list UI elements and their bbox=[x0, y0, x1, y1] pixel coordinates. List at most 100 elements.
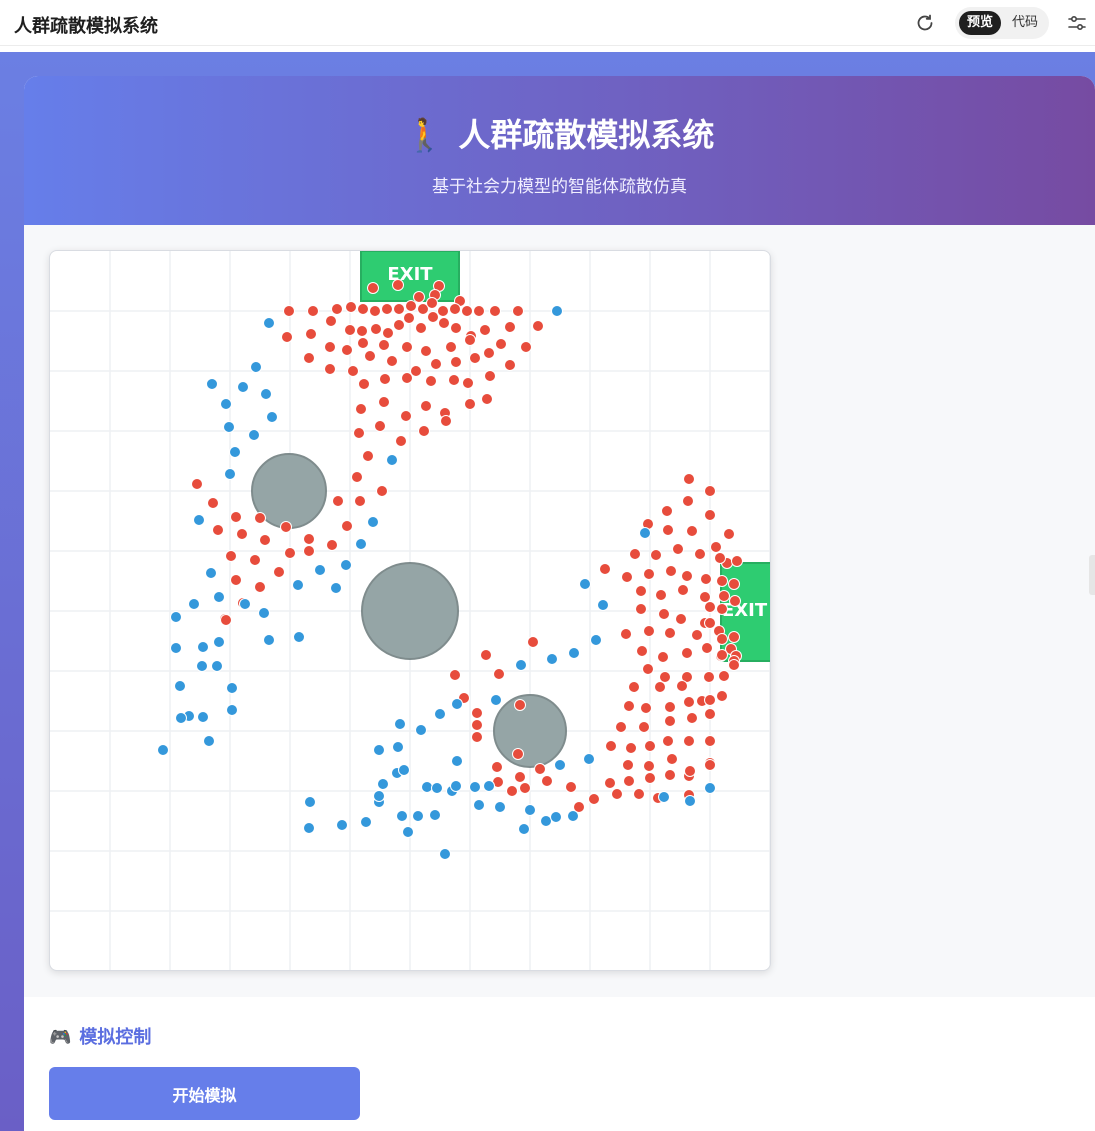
agent-red bbox=[370, 323, 382, 335]
agent-red bbox=[450, 322, 462, 334]
agent-red bbox=[230, 574, 242, 586]
agent-blue bbox=[367, 516, 379, 528]
agent-blue bbox=[658, 791, 670, 803]
agent-red bbox=[628, 681, 640, 693]
agent-blue bbox=[439, 848, 451, 860]
main-card: 🚶 人群疏散模拟系统 基于社会力模型的智能体疏散仿真 EXIT EXIT 🎮 模… bbox=[24, 76, 1095, 1131]
agent-red bbox=[643, 760, 655, 772]
agent-red bbox=[681, 570, 693, 582]
agent-blue bbox=[554, 759, 566, 771]
agent-red bbox=[481, 393, 493, 405]
agent-red bbox=[405, 300, 417, 312]
agent-red bbox=[541, 775, 553, 787]
agent-red bbox=[355, 403, 367, 415]
agent-red bbox=[716, 575, 728, 587]
agent-red bbox=[449, 669, 461, 681]
simulation-canvas[interactable]: EXIT EXIT bbox=[49, 250, 771, 971]
agent-blue bbox=[421, 781, 433, 793]
agent-red bbox=[364, 350, 376, 362]
agent-blue bbox=[546, 653, 558, 665]
refresh-icon[interactable] bbox=[914, 12, 936, 34]
agent-blue bbox=[579, 578, 591, 590]
agent-red bbox=[686, 712, 698, 724]
agent-blue bbox=[597, 599, 609, 611]
agent-red bbox=[382, 327, 394, 339]
control-heading: 🎮 模拟控制 bbox=[49, 1023, 151, 1049]
agent-red bbox=[225, 550, 237, 562]
agent-blue bbox=[568, 647, 580, 659]
agent-red bbox=[332, 495, 344, 507]
agent-blue bbox=[373, 744, 385, 756]
agent-red bbox=[694, 548, 706, 560]
agent-red bbox=[504, 321, 516, 333]
agent-blue bbox=[398, 764, 410, 776]
agent-blue bbox=[170, 642, 182, 654]
settings-sliders-icon[interactable] bbox=[1066, 12, 1088, 34]
agent-red bbox=[644, 740, 656, 752]
agent-blue bbox=[360, 816, 372, 828]
agent-red bbox=[519, 782, 531, 794]
agent-red bbox=[378, 396, 390, 408]
agent-red bbox=[664, 715, 676, 727]
agent-red bbox=[704, 694, 716, 706]
agent-blue bbox=[260, 388, 272, 400]
scroll-handle[interactable] bbox=[1089, 555, 1095, 595]
code-tab[interactable]: 代码 bbox=[1005, 11, 1045, 35]
agent-red bbox=[479, 324, 491, 336]
agent-red bbox=[395, 435, 407, 447]
hero-header: 🚶 人群疏散模拟系统 基于社会力模型的智能体疏散仿真 bbox=[24, 76, 1095, 225]
agent-red bbox=[588, 793, 600, 805]
agent-red bbox=[426, 297, 438, 309]
agent-red bbox=[376, 485, 388, 497]
preview-tab[interactable]: 预览 bbox=[959, 11, 1001, 35]
agent-blue bbox=[473, 799, 485, 811]
agent-blue bbox=[213, 636, 225, 648]
agent-red bbox=[461, 305, 473, 317]
agent-red bbox=[413, 291, 425, 303]
agent-blue bbox=[396, 810, 408, 822]
agent-red bbox=[665, 565, 677, 577]
agent-red bbox=[514, 699, 526, 711]
agent-red bbox=[621, 571, 633, 583]
agent-blue bbox=[394, 718, 406, 730]
agent-red bbox=[415, 322, 427, 334]
agent-red bbox=[636, 645, 648, 657]
obstacle bbox=[493, 694, 567, 768]
agent-red bbox=[635, 603, 647, 615]
agent-red bbox=[440, 415, 452, 427]
agent-blue bbox=[377, 778, 389, 790]
agent-blue bbox=[292, 579, 304, 591]
agent-red bbox=[527, 636, 539, 648]
agent-red bbox=[504, 359, 516, 371]
agent-red bbox=[718, 590, 730, 602]
agent-red bbox=[611, 788, 623, 800]
agent-red bbox=[449, 303, 461, 315]
agent-red bbox=[728, 578, 740, 590]
agent-red bbox=[716, 633, 728, 645]
agent-red bbox=[341, 520, 353, 532]
agent-red bbox=[437, 305, 449, 317]
agent-red bbox=[464, 398, 476, 410]
agent-red bbox=[682, 495, 694, 507]
agent-red bbox=[675, 613, 687, 625]
agent-red bbox=[661, 505, 673, 517]
agent-red bbox=[230, 511, 242, 523]
start-simulation-button[interactable]: 开始模拟 bbox=[49, 1067, 360, 1120]
page-title-text: 人群疏散模拟系统 bbox=[458, 116, 715, 154]
agent-blue bbox=[229, 446, 241, 458]
agent-red bbox=[212, 524, 224, 536]
agent-red bbox=[345, 301, 357, 313]
agent-red bbox=[471, 719, 483, 731]
agent-red bbox=[284, 547, 296, 559]
agent-blue bbox=[355, 538, 367, 550]
app-title: 人群疏散模拟系统 bbox=[14, 16, 158, 37]
agent-red bbox=[633, 788, 645, 800]
agent-red bbox=[699, 591, 711, 603]
agent-blue bbox=[263, 634, 275, 646]
agent-red bbox=[716, 649, 728, 661]
agent-red bbox=[704, 759, 716, 771]
agent-red bbox=[425, 375, 437, 387]
agent-blue bbox=[431, 782, 443, 794]
agent-red bbox=[493, 668, 505, 680]
agent-blue bbox=[304, 796, 316, 808]
